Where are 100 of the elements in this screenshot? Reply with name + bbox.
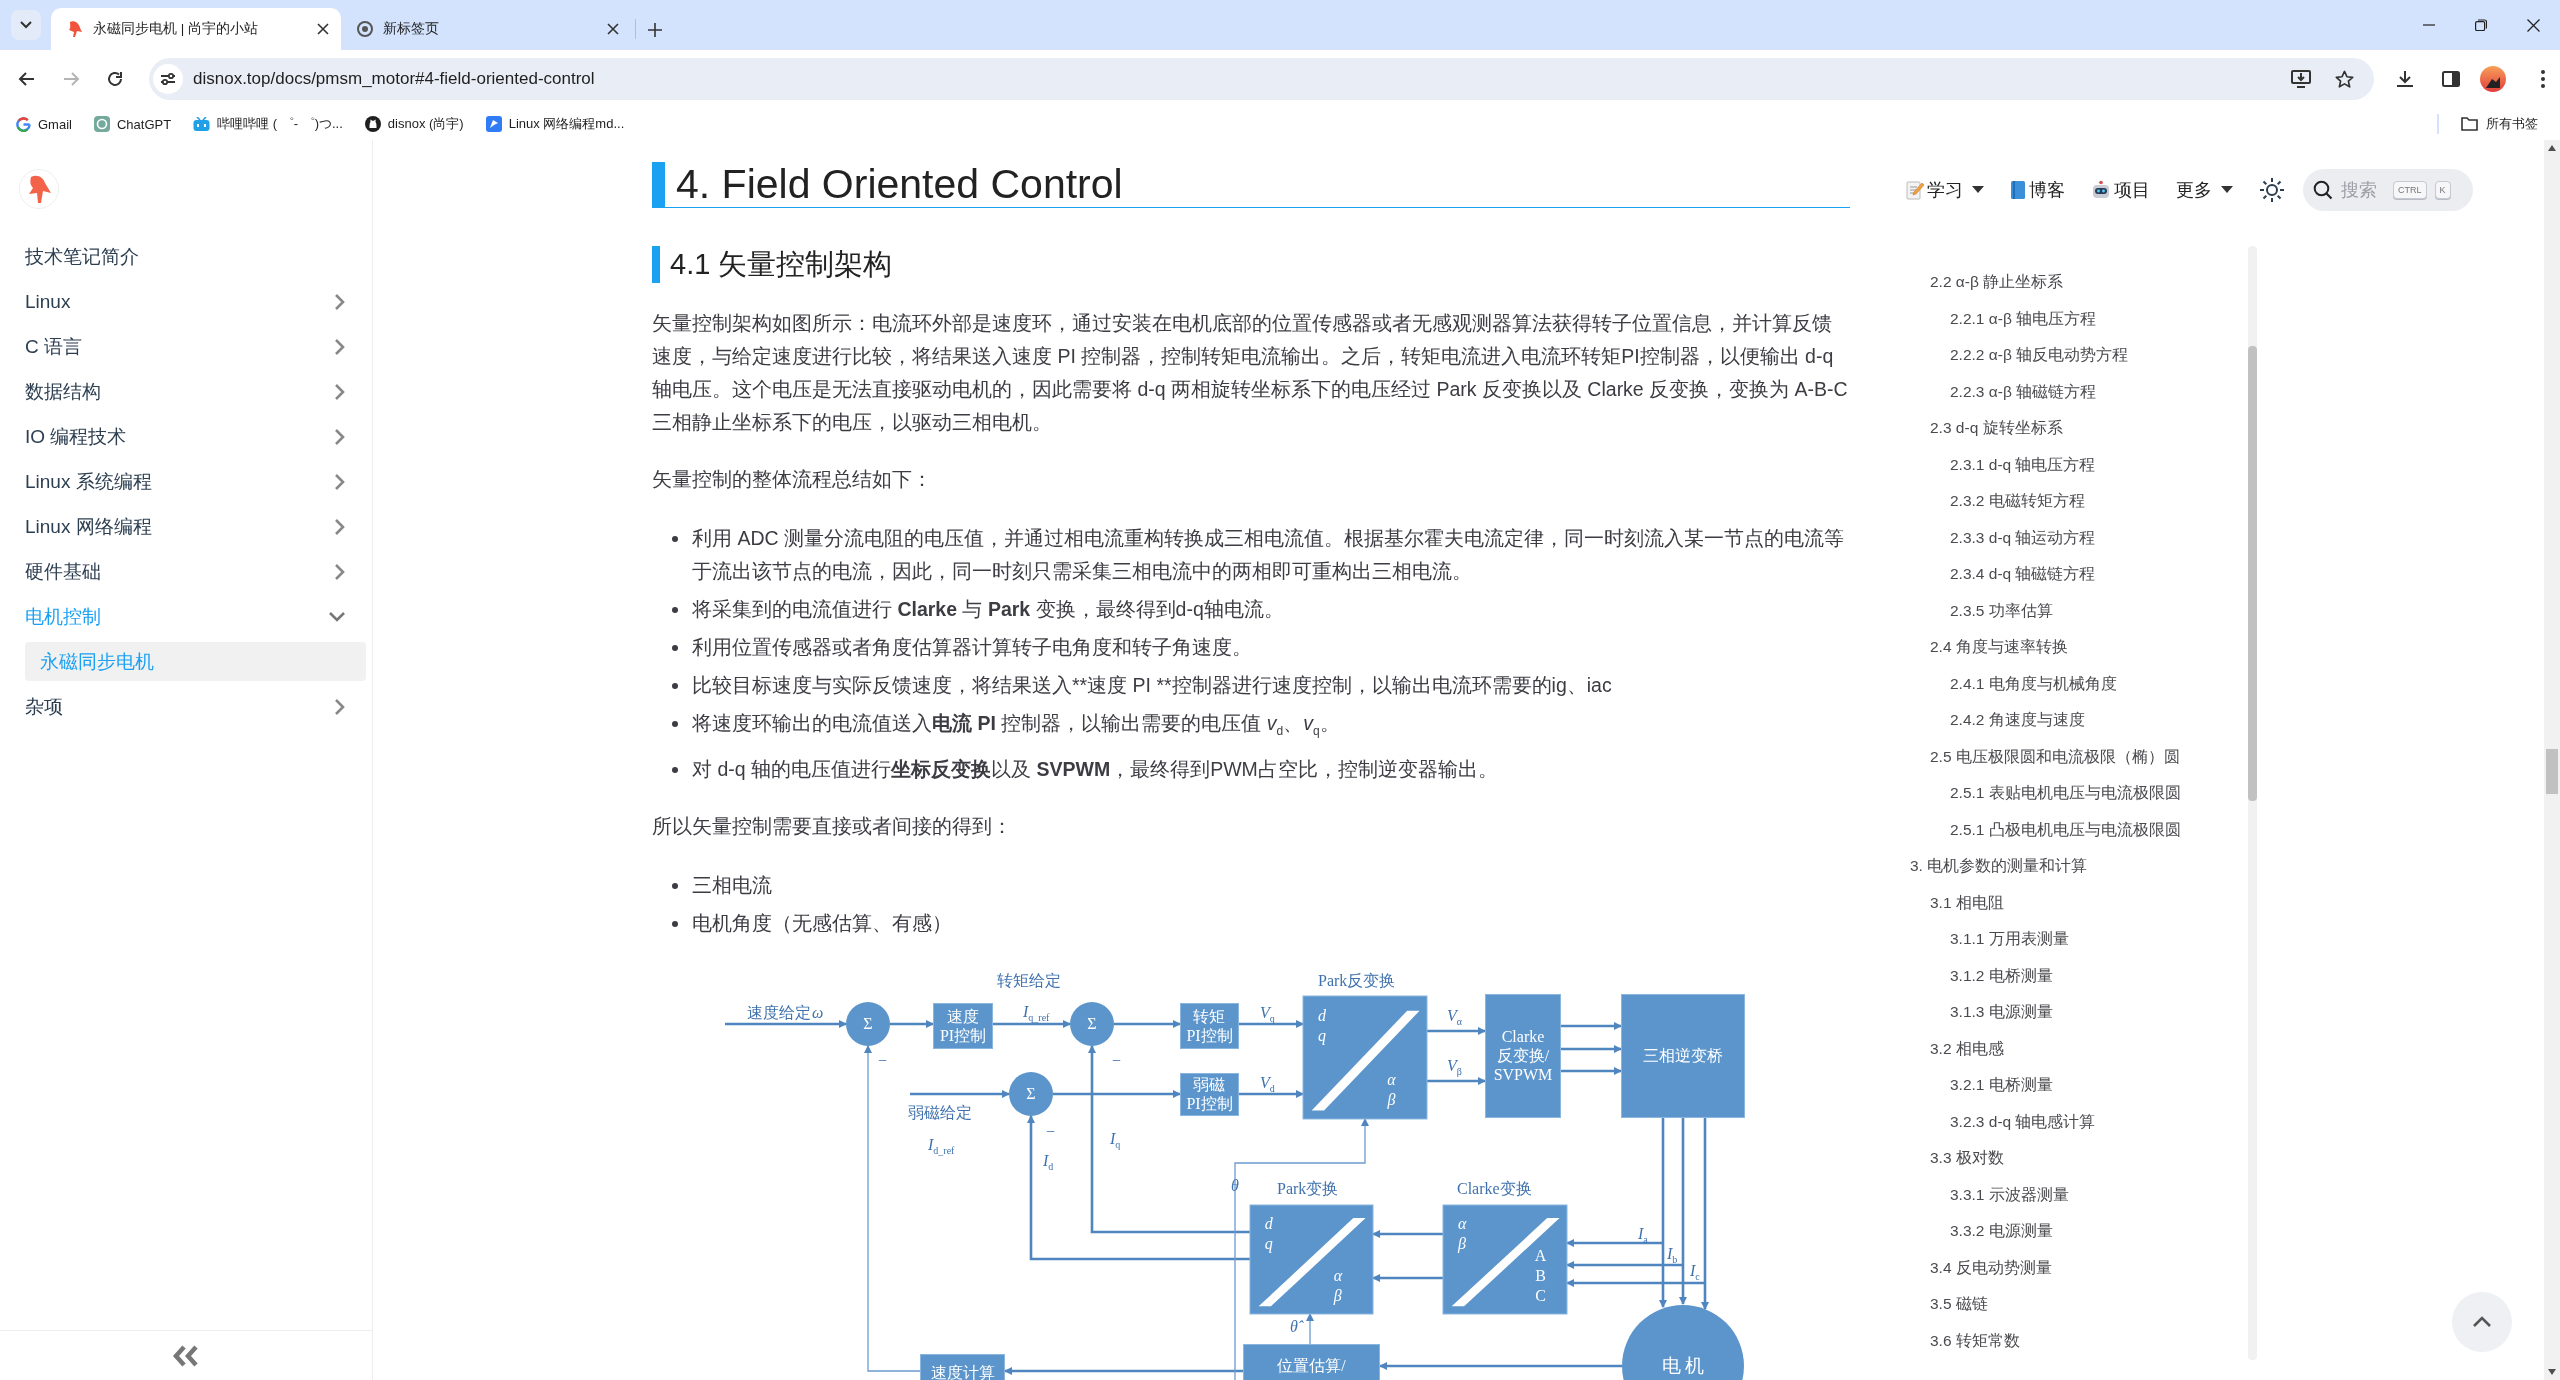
search-icon [2313, 180, 2333, 200]
bullet-icon [672, 882, 678, 889]
diagram-label: 速度给定 [746, 1002, 812, 1022]
sidebar-item[interactable]: 数据结构 [0, 369, 372, 414]
book-icon [2010, 180, 2026, 200]
signal-arrow [1372, 1273, 1443, 1282]
bookmark-link[interactable]: 哔哩哔哩 ( ゜- ゜)つ... [193, 115, 343, 133]
browser-tab[interactable]: 永磁同步电机 | 尚宇的小站 [51, 8, 341, 50]
install-icon[interactable] [2291, 70, 2311, 88]
diagram-block: 弱磁 PI控制 [1180, 1072, 1239, 1116]
nav-link[interactable]: 更多 [2176, 178, 2233, 202]
paragraph: 矢量控制的整体流程总结如下： [652, 467, 933, 492]
axis-label: β [1333, 1286, 1342, 1307]
toc-link[interactable]: 3.1.1 万用表测量 [1950, 921, 2069, 958]
toc-link[interactable]: 3.3.2 电源测量 [1950, 1213, 2053, 1250]
toc-link[interactable]: 2.4 角度与速率转换 [1930, 629, 2068, 666]
chevron-right-icon [334, 337, 346, 356]
toc-link[interactable]: 3.4 反电动势测量 [1930, 1249, 2052, 1286]
toc-link[interactable]: 2.2 α-β 静止坐标系 [1930, 264, 2064, 301]
browser-tab[interactable]: 新标签页 [341, 8, 631, 50]
back-arrow-icon[interactable] [18, 70, 36, 88]
toc-link[interactable]: 2.2.2 α-β 轴反电动势方程 [1950, 337, 2129, 374]
bookmark-link[interactable]: Linux 网络编程md... [485, 115, 625, 133]
bookmark-link[interactable]: Gmail [16, 116, 72, 132]
nav-link[interactable]: 博客 [2010, 178, 2065, 202]
close-icon[interactable] [317, 23, 329, 35]
toc-link[interactable]: 2.2.3 α-β 轴磁链方程 [1950, 373, 2097, 410]
avatar-icon[interactable] [2480, 66, 2506, 92]
toc-link[interactable]: 3.2.3 d-q 轴电感计算 [1950, 1103, 2096, 1140]
signal-arrow [890, 1019, 934, 1028]
tv-icon [193, 116, 211, 132]
toc-link[interactable]: 2.3.4 d-q 轴磁链方程 [1950, 556, 2096, 593]
list-item-text: 对 d-q 轴的电压值进行坐标反变换以及 SVPWM，最终得到PWM占空比，控制逆变器输出。 [692, 756, 1498, 782]
new-tab-icon[interactable] [648, 23, 662, 37]
toc-link[interactable]: 2.5.1 凸极电机电压与电流极限圆 [1950, 811, 2181, 848]
toc-link[interactable]: 2.4.1 电角度与机械角度 [1950, 665, 2117, 702]
diagram-label: 弱磁给定 [907, 1102, 973, 1122]
star-icon[interactable] [2335, 69, 2354, 89]
sidebar-item[interactable]: IO 编程技术 [0, 414, 372, 459]
toc-link[interactable]: 2.2.1 α-β 轴电压方程 [1950, 300, 2097, 337]
toc-link[interactable]: 3. 电机参数的测量和计算 [1910, 848, 2088, 885]
search-field[interactable]: 搜索 [2341, 179, 2385, 201]
sidebar-item[interactable]: C 语言 [0, 324, 372, 369]
axis-label: d [1264, 1213, 1273, 1234]
paragraph: 矢量控制架构如图所示：电流环外部是速度环，通过安装在电机底部的位置传感器或者无感观测器算法获得转子位置信息，并计算反馈速度，与给定速度进行比较，将结果送入速度 PI 控制器，控制转矩电流输出。之后，转矩电流进入电流环转矩PI控制器，以便输出 d-q 轴电压。这个电压是无法直接驱动电机的，因此需要将 d-q 两相旋转坐标系下的电压经过 Park 反变换以及 Clarke 反变换，变换为 A-B-C 三相静止坐标系下的电压，以驱动三相电机。 [652, 311, 1849, 435]
sidebar-item[interactable]: 硬件基础 [0, 549, 372, 594]
toc-link[interactable]: 3.2.1 电桥测量 [1950, 1067, 2053, 1104]
scroll-down-icon[interactable] [2548, 1369, 2556, 1375]
collapse-sidebar-icon[interactable] [171, 1344, 201, 1367]
tune-icon[interactable] [160, 72, 176, 86]
sidebar-item[interactable]: Linux [0, 279, 372, 324]
keyboard-key: CTRL [2393, 181, 2427, 199]
more-menu-icon[interactable] [2540, 69, 2546, 89]
bookmark-link[interactable]: disnox (尚宇) [364, 115, 464, 133]
sun-icon[interactable] [2259, 177, 2285, 203]
nav-link[interactable]: 项目 [2091, 178, 2150, 202]
toc-link[interactable]: 3.1.3 电源测量 [1950, 994, 2053, 1031]
search-bar[interactable]: 搜索 CTRL K [2303, 169, 2473, 211]
toc-link[interactable]: 2.3.5 功率估算 [1950, 592, 2053, 629]
toc-link[interactable]: 3.6 转矩常数 [1930, 1322, 2020, 1359]
toc-link[interactable]: 3.3 极对数 [1930, 1140, 2004, 1177]
toc-link[interactable]: 3.3.1 示波器测量 [1950, 1176, 2069, 1213]
nav-link[interactable]: 学习 [1906, 178, 1984, 202]
bookmark-link[interactable]: ChatGPT [93, 116, 172, 132]
list-item-text: 将采集到的电流值进行 Clarke 与 Park 变换，最终得到d-q轴电流。 [692, 597, 1284, 622]
restore-icon[interactable] [2475, 19, 2487, 31]
toc-link[interactable]: 2.3.1 d-q 轴电压方程 [1950, 446, 2096, 483]
diagram-label: θ̂ [1286, 1309, 1302, 1336]
toc-link[interactable]: 2.4.2 角速度与速度 [1950, 702, 2085, 739]
sidebar-item[interactable]: Linux 系统编程 [0, 459, 372, 504]
sigma-label: Σ [1026, 1084, 1036, 1103]
toc-link[interactable]: 2.3.3 d-q 轴运动方程 [1950, 519, 2096, 556]
toc-link[interactable]: 3.5 磁链 [1930, 1286, 1988, 1323]
chevron-right-icon [334, 517, 346, 536]
tab-search-button[interactable] [11, 10, 41, 40]
sidebar-item[interactable]: Linux 网络编程 [0, 504, 372, 549]
axis-label: β [1458, 1233, 1467, 1254]
list-item-text: 比较目标速度与实际反馈速度，将结果送入**速度 PI **控制器进行速度控制，以输出电流环需要的ig、iac [692, 673, 1612, 698]
address-bar[interactable]: disnox.top/docs/pmsm_motor#4-field-oriented-control [149, 58, 2374, 100]
all-bookmarks-button[interactable]: 所有书签 [2461, 115, 2538, 133]
scrollbar-thumb[interactable] [2546, 749, 2558, 794]
sidebar-item[interactable]: 杂项 [0, 684, 372, 729]
close-icon[interactable] [2527, 18, 2540, 32]
toc-link[interactable]: 3.1.2 电桥测量 [1950, 957, 2053, 994]
sidebar-item[interactable]: 技术笔记简介 [0, 234, 372, 279]
diagram-label: V$_{q}$ [1259, 1002, 1276, 1026]
side-panel-icon[interactable] [2442, 71, 2460, 87]
toc-link[interactable]: 2.5 电压极限圆和电流极限（椭）圆 [1930, 738, 2180, 775]
toc-link[interactable]: 3.1 相电阻 [1930, 884, 2004, 921]
toc-link[interactable]: 3.2 相电感 [1930, 1030, 2004, 1067]
scroll-up-icon[interactable] [2548, 145, 2556, 151]
toc-link[interactable]: 2.3.2 电磁转矩方程 [1950, 483, 2085, 520]
list-item-text: 电机角度（无感估算、有感） [692, 910, 952, 936]
toc-link[interactable]: 2.3 d-q 旋转坐标系 [1930, 410, 2063, 447]
chevron-down-icon [328, 610, 346, 623]
diagram-label: − [1111, 1050, 1123, 1070]
toc-link[interactable]: 2.5.1 表贴电机电压与电流极限圆 [1950, 775, 2181, 812]
close-icon[interactable] [607, 23, 619, 35]
download-icon[interactable] [2396, 70, 2414, 88]
reload-icon[interactable] [106, 70, 124, 88]
